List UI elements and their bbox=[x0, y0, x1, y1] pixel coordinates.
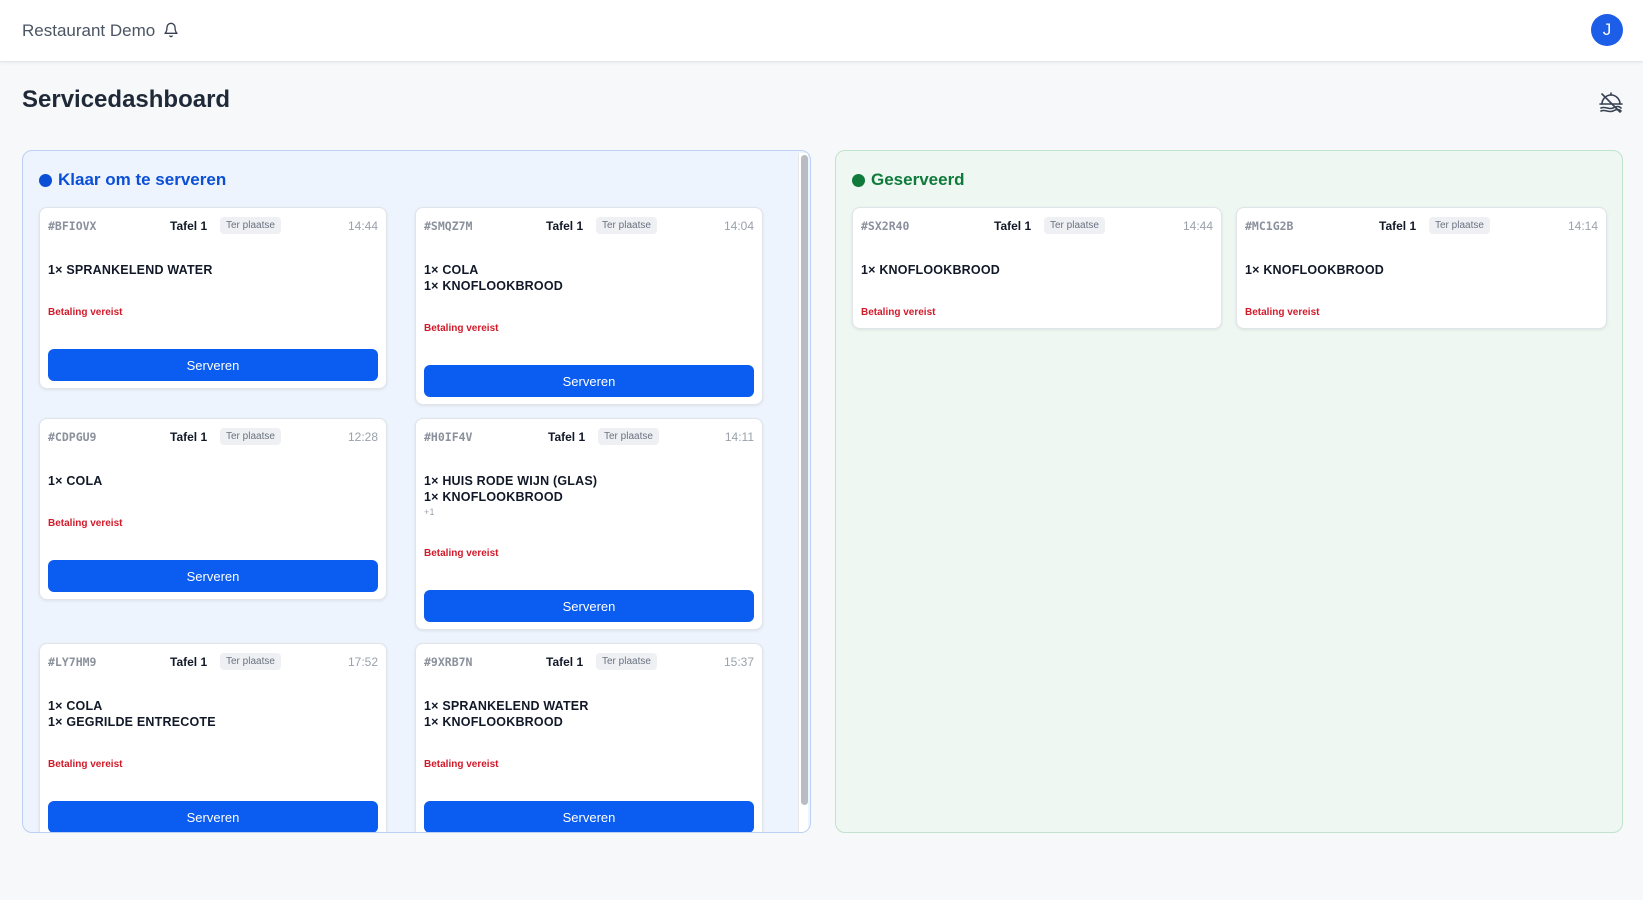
top-bar: Restaurant Demo J bbox=[0, 0, 1643, 62]
table-name: Tafel 1 bbox=[170, 430, 208, 444]
order-item: 1× KNOFLOOKBROOD bbox=[1245, 263, 1384, 277]
order-card: #H0IF4V Tafel 1 Ter plaatse 14:11 1× HUI… bbox=[415, 418, 763, 630]
order-time: 14:44 bbox=[347, 219, 378, 233]
order-id: #9XRB7N bbox=[424, 655, 473, 669]
order-time: 14:04 bbox=[723, 219, 754, 233]
serve-button[interactable]: Serveren bbox=[48, 349, 378, 381]
payment-required-label: Betaling vereist bbox=[48, 759, 123, 770]
table-name: Tafel 1 bbox=[170, 655, 208, 669]
order-item: 1× KNOFLOOKBROOD bbox=[861, 263, 1000, 277]
page-title: Servicedashboard bbox=[22, 86, 231, 113]
brand-name: Restaurant Demo bbox=[22, 21, 156, 40]
ready-column-title: Klaar om te serveren bbox=[58, 170, 227, 189]
order-card: #BFIOVX Tafel 1 Ter plaatse 14:44 1× SPR… bbox=[39, 207, 387, 389]
order-item: 1× SPRANKELEND WATER bbox=[48, 263, 213, 277]
order-item: 1× HUIS RODE WIJN (GLAS) bbox=[424, 474, 598, 488]
order-type-badge: Ter plaatse bbox=[220, 217, 281, 234]
order-card: #MC1G2B Tafel 1 Ter plaatse 14:14 1× KNO… bbox=[1236, 207, 1607, 329]
order-item: 1× COLA bbox=[48, 474, 103, 488]
order-items: 1× SPRANKELEND WATER 1× KNOFLOOKBROOD bbox=[424, 698, 589, 730]
order-type-badge: Ter plaatse bbox=[596, 217, 657, 234]
order-item: 1× KNOFLOOKBROOD bbox=[424, 715, 563, 729]
order-card: #LY7HM9 Tafel 1 Ter plaatse 17:52 1× COL… bbox=[39, 643, 387, 832]
table-name: Tafel 1 bbox=[548, 430, 586, 444]
payment-required-label: Betaling vereist bbox=[424, 759, 499, 770]
order-id: #H0IF4V bbox=[424, 430, 473, 444]
scrollbar-thumb[interactable] bbox=[801, 155, 808, 805]
table-name: Tafel 1 bbox=[546, 655, 584, 669]
status-dot-blue-icon bbox=[39, 173, 52, 187]
order-item: 1× COLA bbox=[48, 699, 103, 713]
payment-required-label: Betaling vereist bbox=[861, 307, 936, 318]
order-item: 1× KNOFLOOKBROOD bbox=[424, 490, 563, 504]
order-card: #CDPGU9 Tafel 1 Ter plaatse 12:28 1× COL… bbox=[39, 418, 387, 600]
order-time: 17:52 bbox=[347, 655, 378, 669]
order-id: #BFIOVX bbox=[48, 219, 97, 233]
order-id: #SX2R40 bbox=[861, 219, 910, 233]
order-type-badge: Ter plaatse bbox=[598, 428, 659, 445]
order-items: 1× COLA 1× KNOFLOOKBROOD bbox=[424, 262, 563, 294]
order-items: 1× KNOFLOOKBROOD bbox=[861, 262, 1000, 278]
order-type-badge: Ter plaatse bbox=[596, 653, 657, 670]
payment-required-label: Betaling vereist bbox=[424, 323, 499, 334]
order-card: #SX2R40 Tafel 1 Ter plaatse 14:44 1× KNO… bbox=[852, 207, 1222, 329]
order-time: 14:11 bbox=[724, 430, 754, 444]
avatar[interactable]: J bbox=[1591, 14, 1623, 46]
order-type-badge: Ter plaatse bbox=[1429, 217, 1490, 234]
table-name: Tafel 1 bbox=[994, 219, 1032, 233]
table-name: Tafel 1 bbox=[1379, 219, 1417, 233]
order-items: 1× COLA bbox=[48, 473, 103, 489]
order-items: 1× HUIS RODE WIJN (GLAS) 1× KNOFLOOKBROO… bbox=[424, 473, 597, 519]
serve-button[interactable]: Serveren bbox=[48, 801, 378, 832]
order-id: #LY7HM9 bbox=[48, 655, 97, 669]
order-item: 1× GEGRILDE ENTRECOTE bbox=[48, 715, 216, 729]
serve-button[interactable]: Serveren bbox=[424, 590, 754, 622]
served-column-header: Geserveerd bbox=[852, 170, 965, 190]
ready-column-scrollbar[interactable] bbox=[798, 153, 808, 832]
order-id: #MC1G2B bbox=[1245, 219, 1294, 233]
order-items: 1× SPRANKELEND WATER bbox=[48, 262, 213, 278]
serve-button[interactable]: Serveren bbox=[424, 801, 754, 832]
order-card: #SMQZ7M Tafel 1 Ter plaatse 14:04 1× COL… bbox=[415, 207, 763, 405]
order-type-badge: Ter plaatse bbox=[220, 653, 281, 670]
order-time: 15:37 bbox=[723, 655, 754, 669]
more-items-count: +1 bbox=[424, 507, 435, 517]
order-id: #SMQZ7M bbox=[424, 219, 473, 233]
order-time: 14:44 bbox=[1182, 219, 1213, 233]
order-type-badge: Ter plaatse bbox=[1044, 217, 1105, 234]
order-item: 1× KNOFLOOKBROOD bbox=[424, 279, 563, 293]
table-name: Tafel 1 bbox=[546, 219, 584, 233]
table-name: Tafel 1 bbox=[170, 219, 208, 233]
order-item: 1× COLA bbox=[424, 263, 479, 277]
order-id: #CDPGU9 bbox=[48, 430, 97, 444]
payment-required-label: Betaling vereist bbox=[1245, 307, 1320, 318]
payment-required-label: Betaling vereist bbox=[48, 518, 123, 529]
serving-cloche-icon[interactable] bbox=[1598, 89, 1624, 115]
ready-column: Klaar om te serveren #BFIOVX Tafel 1 Ter… bbox=[22, 150, 811, 833]
payment-required-label: Betaling vereist bbox=[424, 548, 499, 559]
order-type-badge: Ter plaatse bbox=[220, 428, 281, 445]
order-items: 1× COLA 1× GEGRILDE ENTRECOTE bbox=[48, 698, 216, 730]
bell-icon[interactable] bbox=[163, 22, 179, 38]
status-dot-green-icon bbox=[852, 173, 865, 187]
order-time: 14:14 bbox=[1567, 219, 1598, 233]
serve-button[interactable]: Serveren bbox=[48, 560, 378, 592]
order-time: 12:28 bbox=[347, 430, 378, 444]
ready-column-header: Klaar om te serveren bbox=[39, 170, 226, 190]
order-card: #9XRB7N Tafel 1 Ter plaatse 15:37 1× SPR… bbox=[415, 643, 763, 832]
avatar-initial: J bbox=[1602, 20, 1612, 39]
serve-button[interactable]: Serveren bbox=[424, 365, 754, 397]
payment-required-label: Betaling vereist bbox=[48, 307, 123, 318]
order-items: 1× KNOFLOOKBROOD bbox=[1245, 262, 1384, 278]
served-column: Geserveerd #SX2R40 Tafel 1 Ter plaatse 1… bbox=[835, 150, 1623, 833]
served-column-title: Geserveerd bbox=[871, 170, 965, 189]
order-item: 1× SPRANKELEND WATER bbox=[424, 699, 589, 713]
